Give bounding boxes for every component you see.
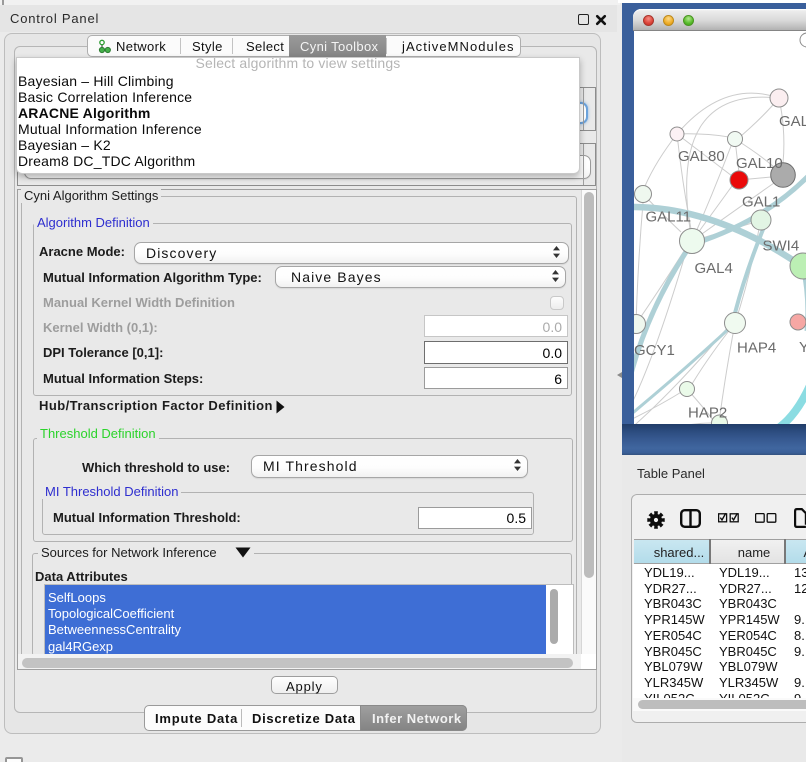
svg-text:HAP4: HAP4 <box>737 340 776 357</box>
svg-text:GAL4: GAL4 <box>695 260 733 277</box>
svg-text:GAL10: GAL10 <box>736 155 783 172</box>
svg-text:GAL11: GAL11 <box>646 209 692 226</box>
svg-text:HAP2: HAP2 <box>688 405 727 422</box>
svg-text:SWI4: SWI4 <box>763 238 800 255</box>
svg-text:Y: Y <box>799 339 806 356</box>
svg-text:GAL80: GAL80 <box>678 148 725 165</box>
svg-text:GCY1: GCY1 <box>634 342 675 359</box>
svg-text:GAL1: GAL1 <box>742 194 780 211</box>
svg-text:GAL7: GAL7 <box>779 113 806 130</box>
